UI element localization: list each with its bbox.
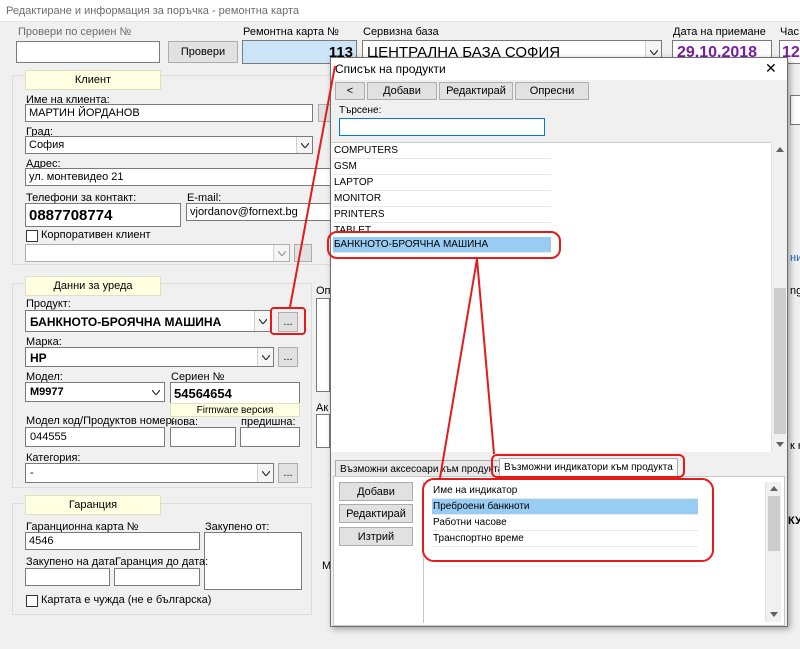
model-code-input[interactable]: 044555 <box>25 427 165 447</box>
chevron-down-icon[interactable] <box>770 612 778 617</box>
side-nich-label: нич <box>790 252 800 264</box>
foreign-card-label: Картата е чужда (не е българска) <box>41 594 212 606</box>
check-button[interactable]: Провери <box>168 41 238 63</box>
city-value: София <box>29 139 65 151</box>
indicator-list-scrollbar[interactable] <box>765 482 781 622</box>
chevron-down-icon[interactable] <box>254 311 270 331</box>
warranty-until-label: Гаранция до дата: <box>115 556 209 568</box>
firmware-new-input[interactable] <box>170 427 236 447</box>
repair-card-label: Ремонтна карта № <box>243 26 339 38</box>
brand-select[interactable]: HP <box>25 347 274 367</box>
model-value: M9977 <box>30 386 64 398</box>
dialog-refresh-button[interactable]: Опресни <box>515 82 589 100</box>
product-list-scrollbar[interactable] <box>771 142 787 452</box>
date-label: Дата на приемане <box>673 26 766 38</box>
list-item[interactable]: MONITOR <box>333 191 551 207</box>
side-ak-input[interactable] <box>316 414 330 448</box>
hour-label: Час н <box>780 26 800 38</box>
main-title-bar: Редактиране и информация за поръчка - ре… <box>0 0 800 22</box>
corporate-browse-button[interactable] <box>294 244 312 262</box>
warranty-card-input[interactable]: 4546 <box>25 532 200 550</box>
corporate-label: Корпоративен клиент <box>41 229 151 241</box>
address-input[interactable]: ул. монтевидео 21 <box>25 168 335 186</box>
annotation-highlight-tab <box>491 454 685 478</box>
client-section-header: Клиент <box>25 70 161 90</box>
list-item[interactable]: COMPUTERS <box>333 143 551 159</box>
annotation-highlight-browse <box>270 307 306 335</box>
bought-date-input[interactable] <box>25 568 110 586</box>
dialog-edit-button[interactable]: Редактирай <box>439 82 513 100</box>
dialog-add-button[interactable]: Добави <box>367 82 437 100</box>
side-top-right-input[interactable] <box>790 95 800 125</box>
model-select[interactable]: M9977 <box>25 382 165 402</box>
side-ku-label: КУ <box>788 515 800 527</box>
serial-input[interactable]: 54564654 <box>170 382 300 404</box>
product-select[interactable]: БАНКНОТО-БРОЯЧНА МАШИНА <box>25 310 271 332</box>
side-ng-label: ng <box>790 285 800 297</box>
corporate-checkbox[interactable] <box>26 230 38 242</box>
chevron-down-icon[interactable] <box>296 137 312 153</box>
annotation-highlight-selected-product <box>327 231 561 259</box>
list-item[interactable]: PRINTERS <box>333 207 551 223</box>
product-label: Продукт: <box>26 298 71 310</box>
list-item[interactable]: GSM <box>333 159 551 175</box>
indicator-edit-button[interactable]: Редактирай <box>339 504 413 523</box>
scrollbar-thumb[interactable] <box>768 496 780 551</box>
client-name-input[interactable]: МАРТИН ЙОРДАНОВ <box>25 104 313 122</box>
serial-check-label: Провери по сериен № <box>18 26 132 38</box>
chevron-up-icon[interactable] <box>770 486 778 491</box>
indicator-delete-button[interactable]: Изтрий <box>339 527 413 546</box>
service-base-label: Сервизна база <box>363 26 439 38</box>
chevron-down-icon[interactable] <box>148 383 164 401</box>
warranty-section-header: Гаранция <box>25 495 161 515</box>
side-k-label: к кч <box>790 440 800 452</box>
category-select[interactable]: - <box>25 463 274 483</box>
firmware-label: Firmware версия <box>170 403 300 417</box>
chevron-down-icon[interactable] <box>257 464 273 482</box>
bought-date-label: Закупено на дата: <box>26 556 119 568</box>
category-browse-button[interactable]: ... <box>278 463 298 483</box>
close-icon[interactable]: ✕ <box>765 60 777 77</box>
device-section-header: Данни за уреда <box>25 276 161 296</box>
model-code-label: Модел код/Продуктов номер: <box>26 415 175 427</box>
list-item[interactable]: LAPTOP <box>333 175 551 191</box>
dialog-back-button[interactable]: < <box>335 82 365 100</box>
brand-value: HP <box>30 351 47 365</box>
product-list: COMPUTERS GSM LAPTOP MONITOR PRINTERS TA… <box>331 142 771 452</box>
bought-from-input[interactable] <box>204 532 302 590</box>
dialog-title: Списък на продукти <box>335 62 446 76</box>
side-op-label: Оп <box>316 285 331 297</box>
foreign-card-checkbox[interactable] <box>26 595 38 607</box>
corporate-select[interactable] <box>25 244 290 262</box>
chevron-up-icon[interactable] <box>776 147 784 152</box>
email-input[interactable]: vjordanov@fornext.bg <box>186 203 332 221</box>
product-value: БАНКНОТО-БРОЯЧНА МАШИНА <box>30 315 222 329</box>
city-select[interactable]: София <box>25 136 313 154</box>
chevron-down-icon[interactable] <box>776 442 784 447</box>
phone-input[interactable]: 0887708774 <box>25 203 181 227</box>
indicator-add-button[interactable]: Добави <box>339 482 413 501</box>
main-window-title: Редактиране и информация за поръчка - ре… <box>6 5 300 17</box>
annotation-highlight-indicators <box>422 478 714 562</box>
side-ak-label: Ак <box>316 402 329 414</box>
dialog-title-bar: Списък на продукти ✕ <box>331 58 787 80</box>
search-label: Търсене: <box>339 105 382 116</box>
search-input[interactable] <box>339 118 545 136</box>
serial-check-input[interactable] <box>16 41 160 63</box>
firmware-prev-input[interactable] <box>240 427 300 447</box>
chevron-down-icon[interactable] <box>273 245 289 261</box>
side-op-input[interactable] <box>316 298 330 392</box>
category-value: - <box>30 467 34 479</box>
warranty-until-input[interactable] <box>114 568 200 586</box>
scrollbar-thumb[interactable] <box>774 288 786 434</box>
chevron-down-icon[interactable] <box>257 348 273 366</box>
brand-browse-button[interactable]: ... <box>278 347 298 367</box>
